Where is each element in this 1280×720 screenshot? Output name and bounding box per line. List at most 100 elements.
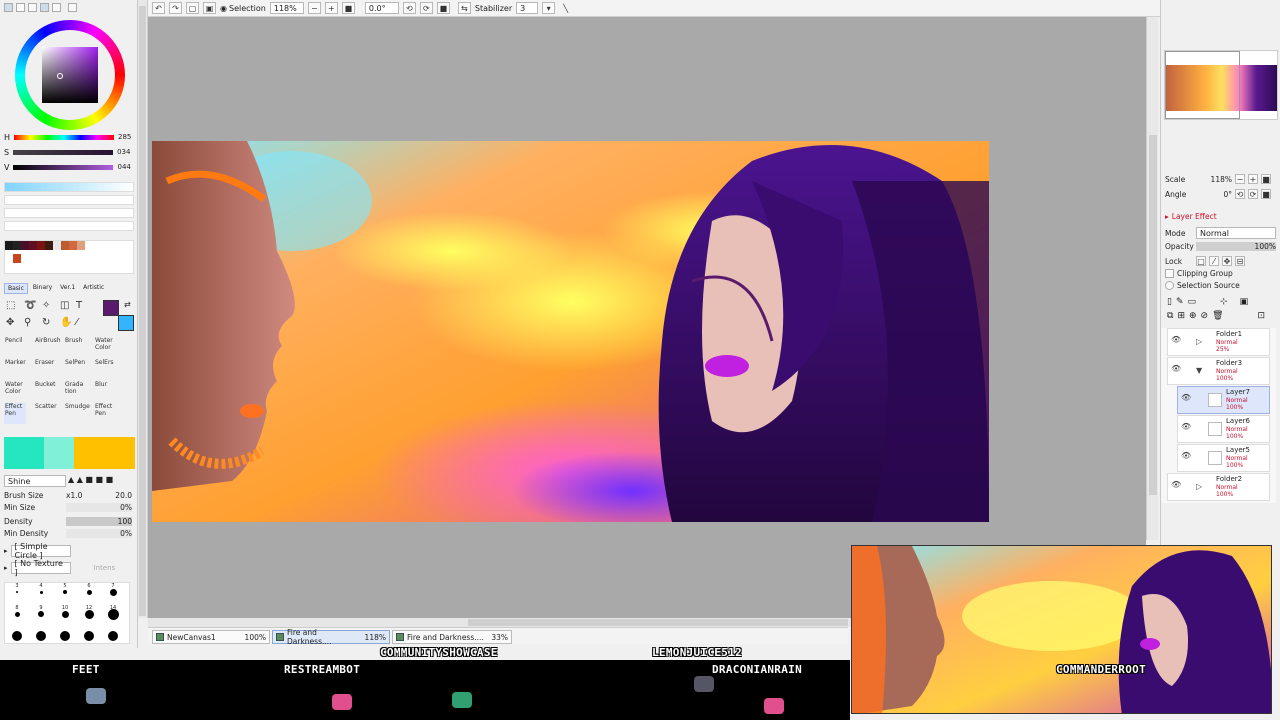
canvas-vertical-scrollbar[interactable] <box>1146 17 1158 540</box>
zoom-in-button[interactable]: + <box>324 2 338 14</box>
lasso-icon[interactable]: ➰ <box>24 300 36 311</box>
tool-1-1[interactable]: Eraser <box>34 359 56 380</box>
flip-button[interactable]: ⇆ <box>457 2 471 14</box>
zoom-in-button[interactable]: + <box>1248 174 1258 184</box>
zoom-reset-button[interactable]: ■ <box>341 2 355 14</box>
invert-selection-button[interactable]: ▣ <box>203 2 216 14</box>
rotate-left-button[interactable]: ⟲ <box>402 2 416 14</box>
canvas-tab-2[interactable]: Fire and Darkness.... 118% <box>272 628 390 646</box>
brush-size-preset[interactable] <box>36 631 46 641</box>
stabilizer-select[interactable]: 3 <box>516 2 539 14</box>
left-panel-scrollbar[interactable] <box>138 0 148 618</box>
layer-item-folder2[interactable]: 👁 ▷ Folder2 Normal 100% <box>1167 473 1270 501</box>
hand-icon[interactable]: ✋ <box>60 317 72 328</box>
rgb-mode-button[interactable] <box>16 3 25 12</box>
brush-size-preset[interactable] <box>60 631 70 641</box>
zoom-out-button[interactable]: − <box>1235 174 1245 184</box>
layer-item-folder3[interactable]: 👁 ▼ Folder3 Normal 100% <box>1167 357 1270 385</box>
selection-source-checkbox[interactable] <box>1165 281 1174 290</box>
navigator-view-rect[interactable] <box>1165 51 1240 119</box>
brush-size-preset[interactable] <box>108 631 118 641</box>
eyedropper-icon[interactable]: ⁄ <box>76 317 78 328</box>
visibility-eye-icon[interactable]: 👁 <box>1181 422 1191 431</box>
stabilizer-dropdown-icon[interactable]: ▾ <box>542 2 556 14</box>
new-layer-icon[interactable]: ▯ <box>1167 297 1172 307</box>
tab-basic[interactable]: Basic <box>4 283 28 294</box>
deselect-button[interactable]: ▢ <box>186 2 199 14</box>
clipping-group-checkbox[interactable] <box>1165 269 1174 278</box>
color-wheel-mode-button[interactable] <box>4 3 13 12</box>
tool-0-2[interactable]: Brush <box>64 337 86 358</box>
visibility-eye-icon[interactable]: 👁 <box>1171 480 1181 489</box>
line-tool-icon[interactable]: ╲ <box>559 2 572 14</box>
pin-icon[interactable]: ⊹ <box>1220 297 1228 307</box>
tool-1-3[interactable]: SelErs <box>94 359 116 380</box>
min-density-value[interactable]: 0% <box>66 529 132 538</box>
canvas-tab-3[interactable]: Fire and Darkness.... 33% <box>392 630 512 644</box>
brush-size-preset[interactable] <box>39 590 43 594</box>
text-tool-icon[interactable]: T <box>76 300 82 311</box>
layer-item-folder1[interactable]: 👁 ▷ Folder1 Normal 25% <box>1167 328 1270 356</box>
tool-3-3[interactable]: Effect Pen <box>94 403 116 424</box>
layer-item-layer5[interactable]: 👁 Layer5 Normal 100% <box>1177 444 1270 472</box>
tool-2-2[interactable]: Grada tion <box>64 381 86 402</box>
brush-shape-select[interactable]: [ Simple Circle ] <box>10 542 71 560</box>
tool-2-3[interactable]: Blur <box>94 381 116 402</box>
rotate-right-button[interactable]: ⟳ <box>419 2 433 14</box>
brush-size-preset[interactable] <box>61 610 69 618</box>
new-folder-icon[interactable]: ▭ <box>1188 297 1197 307</box>
brush-size-preset[interactable] <box>84 631 94 641</box>
layer-menu-icon[interactable]: ▣ <box>1240 297 1249 307</box>
brush-size-preset[interactable] <box>12 631 22 641</box>
layer-item-layer7[interactable]: 👁 Layer7 Normal 100% <box>1177 386 1270 414</box>
tool-1-0[interactable]: Marker <box>4 359 26 380</box>
clear-layer-icon[interactable]: ⊘ <box>1201 311 1209 321</box>
tab-artistic[interactable]: Artistic <box>80 283 107 294</box>
saturation-slider[interactable] <box>13 149 114 155</box>
artwork-canvas[interactable] <box>152 141 989 522</box>
rotate-reset-button[interactable]: ■ <box>1261 189 1271 199</box>
clipping-group-row[interactable]: Clipping Group <box>1165 269 1233 278</box>
min-size-value[interactable]: 0% <box>66 503 132 512</box>
scratch-mode-button[interactable] <box>68 3 77 12</box>
redo-button[interactable]: ↷ <box>169 2 182 14</box>
layer-item-layer6[interactable]: 👁 Layer6 Normal 100% <box>1177 415 1270 443</box>
magic-wand-icon[interactable]: ✧ <box>42 300 50 311</box>
eraser-select-icon[interactable]: ◫ <box>60 300 69 311</box>
tool-3-0[interactable]: Effect Pen <box>4 403 26 424</box>
zoom-out-button[interactable]: − <box>307 2 321 14</box>
rotate-icon[interactable]: ↻ <box>42 317 50 328</box>
move-icon[interactable]: ✥ <box>6 317 14 328</box>
brush-mode-select[interactable]: Shine <box>4 475 66 487</box>
delete-layer-icon[interactable]: 🗑 <box>1212 311 1223 321</box>
canvas-tab-1[interactable]: NewCanvas1 100% <box>152 630 270 644</box>
selection-toggle[interactable]: ◉ Selection <box>220 4 266 13</box>
tool-0-1[interactable]: AirBrush <box>34 337 61 358</box>
brush-size-value[interactable]: 20.0 <box>100 491 132 500</box>
brush-size-preset[interactable] <box>63 590 67 594</box>
tool-0-0[interactable]: Pencil <box>4 337 26 358</box>
tool-2-1[interactable]: Bucket <box>34 381 56 402</box>
rotation-field[interactable]: 0.0° <box>364 2 399 14</box>
zoom-icon[interactable]: ⚲ <box>24 317 31 328</box>
brush-size-preset[interactable] <box>38 611 44 617</box>
new-pen-layer-icon[interactable]: ✎ <box>1176 297 1184 307</box>
folder-expanded-icon[interactable]: ▼ <box>1196 366 1202 375</box>
brush-shape-icons[interactable]: ▲ ▲ ■ ■ ■ <box>68 475 113 487</box>
visibility-eye-icon[interactable]: 👁 <box>1171 364 1181 373</box>
saturation-value-square[interactable] <box>42 47 98 103</box>
navigator-preview[interactable] <box>1164 50 1278 120</box>
selection-source-row[interactable]: Selection Source <box>1165 281 1240 290</box>
tool-1-2[interactable]: SelPen <box>64 359 86 380</box>
value-slider[interactable] <box>13 164 114 170</box>
palette-mode-button[interactable] <box>40 3 49 12</box>
visibility-eye-icon[interactable]: 👁 <box>1181 451 1191 460</box>
secondary-color-swatch[interactable] <box>118 315 134 331</box>
density-value[interactable]: 100 <box>66 517 132 526</box>
add-layer-icon[interactable]: ⊕ <box>1189 311 1197 321</box>
copy-layer-icon[interactable]: ⧉ <box>1167 311 1173 321</box>
tab-ver1[interactable]: Ver.1 <box>57 283 78 294</box>
visibility-eye-icon[interactable]: 👁 <box>1171 335 1181 344</box>
expand-icon[interactable]: ▸ <box>4 564 8 572</box>
layer-effect-toggle[interactable]: ▸ Layer Effect <box>1165 212 1217 221</box>
